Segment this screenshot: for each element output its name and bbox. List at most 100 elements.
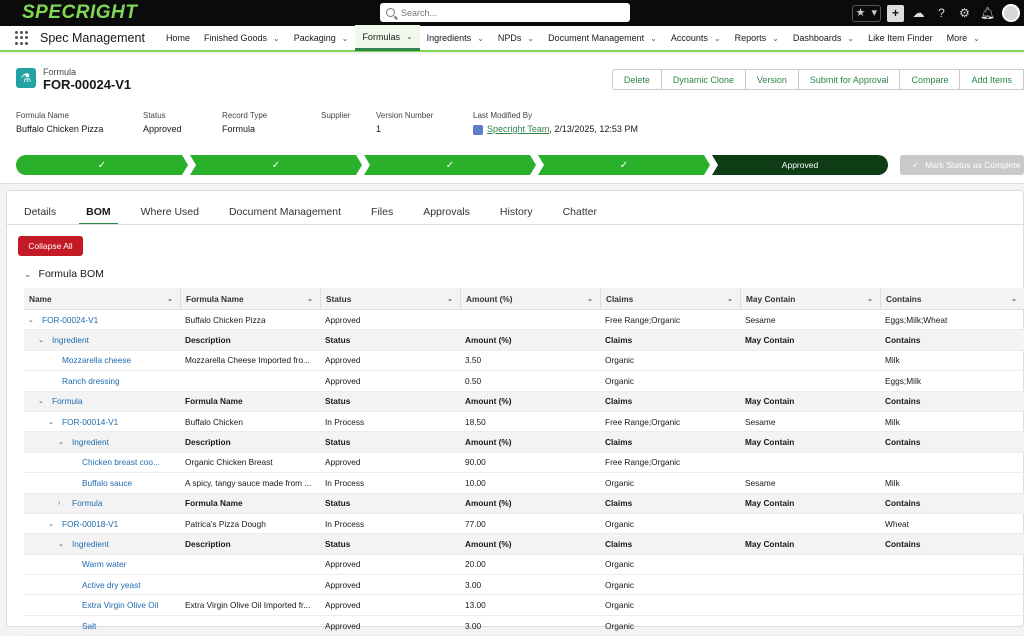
path-step-3-complete[interactable]: ✓	[364, 155, 536, 175]
chevron-down-icon[interactable]: ⌄	[1011, 295, 1017, 303]
cell-claims: Claims	[605, 437, 633, 448]
path-step-2-complete[interactable]: ✓	[190, 155, 362, 175]
expand-chevron-icon[interactable]: ⌄	[48, 418, 56, 426]
nav-tab-accounts[interactable]: Accounts ⌄	[664, 25, 728, 51]
column-header-formula-name[interactable]: Formula Name ⌄	[180, 288, 320, 309]
expand-chevron-icon[interactable]: ⌄	[58, 438, 66, 446]
tab-files[interactable]: Files	[364, 201, 400, 225]
nav-tab-reports[interactable]: Reports ⌄	[728, 25, 786, 51]
cell-status: Approved	[325, 375, 361, 386]
chevron-down-icon[interactable]: ⌄	[447, 295, 453, 303]
chevron-down-icon[interactable]: ⌄	[406, 32, 413, 41]
cell-formula-name: Formula Name	[185, 498, 243, 509]
chevron-down-icon[interactable]: ⌄	[167, 295, 173, 303]
expand-chevron-icon[interactable]: ⌄	[28, 316, 36, 324]
column-header-amount[interactable]: Amount (%) ⌄	[460, 288, 600, 309]
column-header-label: Status	[326, 293, 352, 304]
cell-may-contain: May Contain	[745, 498, 795, 509]
gear-icon[interactable]: ⚙	[956, 5, 973, 22]
guidance-center-icon[interactable]: ☁	[910, 5, 927, 22]
nav-tab-label: Reports	[734, 33, 767, 43]
nav-tab-label: Formulas	[362, 31, 400, 42]
nav-tab-packaging[interactable]: Packaging ⌄	[287, 25, 356, 51]
record-link[interactable]: Extra Virgin Olive Oil	[82, 600, 158, 610]
chevron-down-icon[interactable]: ⌄	[527, 34, 534, 43]
tab-history[interactable]: History	[493, 201, 540, 225]
column-header-name[interactable]: Name ⌄	[24, 288, 180, 309]
record-link[interactable]: Active dry yeast	[82, 580, 141, 590]
nav-tab-more[interactable]: More ⌄	[940, 25, 987, 51]
mark-status-complete-button[interactable]: ✓ Mark Status as Complete	[900, 155, 1024, 175]
formula-bom-section-header[interactable]: ⌄ Formula BOM	[24, 268, 104, 280]
tab-approvals[interactable]: Approvals	[416, 201, 477, 225]
version-button[interactable]: Version	[744, 69, 799, 90]
compare-button[interactable]: Compare	[899, 69, 961, 90]
chevron-down-icon[interactable]: ⌄	[772, 34, 779, 43]
dynamic-clone-button[interactable]: Dynamic Clone	[660, 69, 746, 90]
chevron-down-icon[interactable]: ⌄	[477, 34, 484, 43]
chevron-down-icon[interactable]: ⌄	[714, 34, 721, 43]
record-link[interactable]: Warm water	[82, 559, 126, 569]
chevron-down-icon[interactable]: ⌄	[650, 34, 657, 43]
cell-formula-name: Buffalo Chicken	[185, 416, 243, 427]
favorites-button[interactable]: ★ ▾	[851, 4, 881, 22]
delete-button[interactable]: Delete	[611, 69, 662, 90]
cell-status: Approved	[325, 620, 361, 631]
chevron-down-icon[interactable]: ⌄	[307, 295, 313, 303]
global-actions-icon[interactable]: +	[887, 4, 904, 22]
notifications-bell-icon[interactable]: 🔔︎	[979, 5, 996, 22]
path-step-approved[interactable]: Approved	[712, 155, 888, 175]
help-icon[interactable]: ?	[933, 5, 950, 22]
collapsed-chevron-icon[interactable]: ›	[58, 500, 66, 507]
nav-tab-document-management[interactable]: Document Management ⌄	[541, 25, 664, 51]
chevron-down-icon[interactable]: ⌄	[847, 34, 854, 43]
nav-tab-finished-goods[interactable]: Finished Goods ⌄	[197, 25, 287, 51]
specright-logo[interactable]: SPECRIGHT	[22, 2, 137, 24]
nav-tab-formulas[interactable]: Formulas ⌄	[355, 25, 420, 51]
cell-amount: Amount (%)	[465, 498, 512, 509]
collapse-all-button[interactable]: Collapse All	[18, 236, 83, 256]
submit-for-approval-button[interactable]: Submit for Approval	[797, 69, 901, 90]
tab-where-used[interactable]: Where Used	[134, 201, 206, 225]
chevron-down-icon[interactable]: ⌄	[867, 295, 873, 303]
table-row: Buffalo sauce A spicy, tangy sauce made f…	[24, 473, 1024, 494]
column-header-claims[interactable]: Claims ⌄	[600, 288, 740, 309]
path-step-1-complete[interactable]: ✓	[16, 155, 188, 175]
tab-chatter[interactable]: Chatter	[556, 201, 604, 225]
column-header-contains[interactable]: Contains ⌄	[880, 288, 1024, 309]
chevron-down-icon[interactable]: ⌄	[973, 34, 980, 43]
path-step-4-complete[interactable]: ✓	[538, 155, 710, 175]
chevron-down-icon[interactable]: ⌄	[273, 34, 280, 43]
column-header-status[interactable]: Status ⌄	[320, 288, 460, 309]
nav-tab-home[interactable]: Home	[159, 25, 197, 51]
expand-chevron-icon[interactable]: ⌄	[38, 336, 46, 344]
expand-chevron-icon[interactable]: ⌄	[48, 520, 56, 528]
last-modified-user-link[interactable]: Specright Team	[487, 124, 549, 134]
column-header-may-contain[interactable]: May Contain ⌄	[740, 288, 880, 309]
chevron-down-icon[interactable]: ⌄	[727, 295, 733, 303]
record-link[interactable]: Salt	[82, 621, 96, 631]
record-link[interactable]: Buffalo sauce	[82, 478, 132, 488]
global-search-input[interactable]: Search...	[380, 3, 630, 22]
nav-tab-npds[interactable]: NPDs ⌄	[491, 25, 541, 51]
nav-tab-ingredients[interactable]: Ingredients ⌄	[420, 25, 491, 51]
record-link[interactable]: Chicken breast coo...	[82, 457, 160, 467]
record-link[interactable]: FOR-00014-V1	[62, 417, 118, 427]
nav-tab-dashboards[interactable]: Dashboards ⌄	[786, 25, 861, 51]
expand-chevron-icon[interactable]: ⌄	[58, 540, 66, 548]
name-cell: ⌄ Ingredient	[24, 432, 180, 451]
add-items-button[interactable]: Add Items	[959, 69, 1024, 90]
record-link[interactable]: Ranch dressing	[62, 376, 120, 386]
app-launcher-icon[interactable]	[15, 31, 29, 45]
nav-tab-like-item-finder[interactable]: Like Item Finder	[861, 25, 940, 51]
chevron-down-icon[interactable]: ⌄	[587, 295, 593, 303]
record-link[interactable]: FOR-00024-V1	[42, 315, 98, 325]
tab-bom[interactable]: BOM	[79, 201, 118, 225]
user-avatar[interactable]	[1002, 4, 1020, 22]
expand-chevron-icon[interactable]: ⌄	[38, 397, 46, 405]
chevron-down-icon[interactable]: ⌄	[342, 34, 349, 43]
record-link[interactable]: Mozzarella cheese	[62, 355, 131, 365]
tab-details[interactable]: Details	[17, 201, 63, 225]
tab-document-management[interactable]: Document Management	[222, 201, 348, 225]
record-link[interactable]: FOR-00018-V1	[62, 519, 118, 529]
